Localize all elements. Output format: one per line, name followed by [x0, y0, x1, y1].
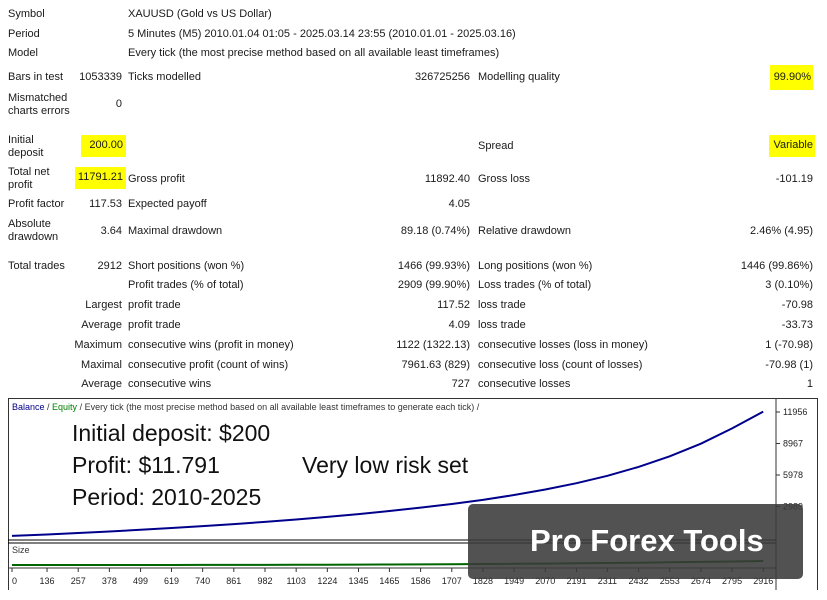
expected-payoff-label: Expected payoff	[128, 198, 207, 210]
x-tick-label: 861	[226, 576, 241, 586]
profit-trades-label: Profit trades (% of total)	[128, 279, 244, 291]
legend-sep: /	[45, 402, 53, 412]
x-tick-label: 740	[195, 576, 210, 586]
long-positions-label: Long positions (won %)	[478, 260, 593, 272]
quality-label: Modelling quality	[478, 71, 560, 83]
max-consec-wins-value: 1122 (1322.13)	[396, 339, 470, 351]
loss-trades-label: Loss trades (% of total)	[478, 279, 592, 291]
x-tick-label: 619	[164, 576, 179, 586]
initial-deposit-value: 200.00	[81, 135, 126, 157]
absolute-drawdown-value: 3.64	[100, 225, 122, 237]
initial-deposit-label: Initial deposit	[8, 134, 44, 159]
bars-value: 1053339	[79, 71, 122, 83]
x-tick-label: 1224	[317, 576, 337, 586]
gross-profit-value: 11892.40	[424, 173, 470, 185]
quality-value: 99.90%	[769, 65, 813, 90]
x-tick-label: 378	[102, 576, 117, 586]
bars-label: Bars in test	[8, 71, 64, 83]
maximal-drawdown-value: 89.18 (0.74%)	[400, 225, 470, 237]
symbol-label: Symbol	[8, 8, 45, 20]
profit-factor-value: 117.53	[89, 198, 122, 210]
ticks-value: 326725256	[414, 71, 470, 83]
max-consec-wins-label: consecutive wins (profit in money)	[128, 339, 294, 351]
mismatched-label: Mismatched charts errors	[8, 92, 70, 117]
x-tick-label: 1345	[348, 576, 368, 586]
overlay-profit: Profit: $11.791	[72, 452, 220, 478]
ticks-label: Ticks modelled	[128, 71, 201, 83]
symbol-value: XAUUSD (Gold vs US Dollar)	[128, 8, 272, 20]
maximum-prefix: Maximum	[74, 339, 122, 351]
relative-drawdown-value: 2.46% (4.95)	[750, 225, 813, 237]
absolute-drawdown-label: Absolute drawdown	[8, 218, 59, 243]
x-tick-label: 1586	[411, 576, 431, 586]
largest-loss-label: loss trade	[478, 299, 526, 311]
average-loss-value: -33.73	[781, 319, 813, 331]
legend-equity: Equity	[52, 402, 78, 412]
largest-profit-value: 117.52	[437, 299, 470, 311]
average-consec-prefix: Average	[81, 378, 122, 390]
spread-value: Variable	[769, 135, 815, 157]
maximal-consec-profit-value: 7961.63 (829)	[401, 359, 471, 371]
period-value: 5 Minutes (M5) 2010.01.04 01:05 - 2025.0…	[128, 28, 516, 40]
overlay-risk: Very low risk set	[302, 452, 469, 478]
mismatched-value: 0	[115, 98, 122, 110]
model-value: Every tick (the most precise method base…	[128, 47, 500, 59]
largest-loss-value: -70.98	[781, 299, 813, 311]
average-consec-losses-label: consecutive losses	[478, 378, 571, 390]
overlay-period: Period: 2010-2025	[72, 484, 262, 510]
period-label: Period	[8, 28, 40, 40]
x-tick-label: 136	[40, 576, 55, 586]
y-tick-label: 11956	[783, 407, 807, 417]
max-consec-losses-label: consecutive losses (loss in money)	[478, 339, 648, 351]
gross-loss-label: Gross loss	[478, 173, 530, 185]
average-consec-losses-value: 1	[806, 378, 813, 390]
average-consec-wins-label: consecutive wins	[128, 378, 212, 390]
gross-profit-label: Gross profit	[128, 173, 185, 185]
maximal-consec-loss-label: consecutive loss (count of losses)	[478, 359, 643, 371]
chart-header: Balance / Equity / Every tick (the most …	[12, 402, 480, 412]
y-tick-label: 8967	[783, 439, 803, 449]
x-tick-label: 257	[71, 576, 86, 586]
x-tick-label: 499	[133, 576, 148, 586]
x-tick-label: 1707	[442, 576, 462, 586]
maximal-consec-profit-label: consecutive profit (count of wins)	[128, 359, 289, 371]
brand-text: Pro Forex Tools	[530, 523, 764, 558]
short-positions-label: Short positions (won %)	[128, 260, 245, 272]
total-trades-value: 2912	[97, 260, 122, 272]
average-prefix: Average	[81, 319, 122, 331]
y-tick-label: 5978	[783, 470, 803, 480]
loss-trades-value: 3 (0.10%)	[765, 279, 813, 291]
average-profit-value: 4.09	[448, 319, 470, 331]
average-loss-label: loss trade	[478, 319, 526, 331]
maximal-prefix: Maximal	[81, 359, 122, 371]
short-positions-value: 1466 (99.93%)	[397, 260, 470, 272]
profit-factor-label: Profit factor	[8, 198, 65, 210]
largest-prefix: Largest	[85, 299, 122, 311]
average-consec-wins-value: 727	[451, 378, 470, 390]
average-profit-label: profit trade	[128, 319, 181, 331]
total-trades-label: Total trades	[8, 260, 65, 272]
brand-badge: Pro Forex Tools	[468, 504, 803, 579]
x-tick-label: 982	[257, 576, 272, 586]
model-label: Model	[8, 47, 38, 59]
maximal-drawdown-label: Maximal drawdown	[128, 225, 223, 237]
legend-balance: Balance	[12, 402, 45, 412]
max-consec-losses-value: 1 (-70.98)	[765, 339, 813, 351]
overlay-initial-deposit: Initial deposit: $200	[72, 420, 271, 446]
net-profit-value: 11791.21	[74, 167, 126, 189]
long-positions-value: 1446 (99.86%)	[740, 260, 813, 272]
spread-label: Spread	[478, 140, 514, 152]
x-tick-label: 1103	[286, 576, 305, 586]
expected-payoff-value: 4.05	[448, 198, 470, 210]
maximal-consec-loss-value: -70.98 (1)	[765, 359, 813, 371]
x-tick-label: 0	[12, 576, 17, 586]
profit-trades-value: 2909 (99.90%)	[397, 279, 470, 291]
largest-profit-label: profit trade	[128, 299, 181, 311]
x-tick-label: 1465	[379, 576, 399, 586]
size-label: Size	[12, 545, 30, 555]
net-profit-label: Total net profit	[8, 166, 50, 191]
relative-drawdown-label: Relative drawdown	[478, 225, 571, 237]
legend-description: / Every tick (the most precise method ba…	[77, 402, 480, 412]
gross-loss-value: -101.19	[775, 173, 813, 185]
